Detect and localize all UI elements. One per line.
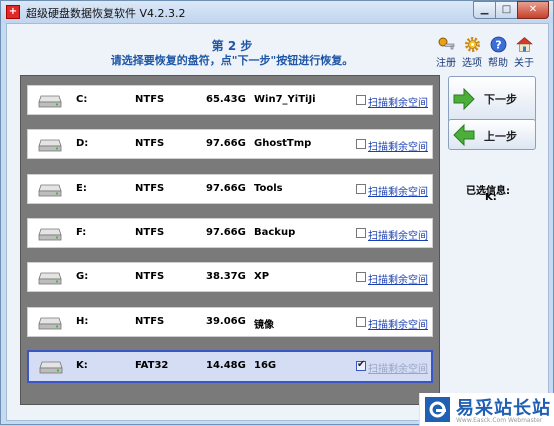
maximize-button[interactable]: □ [495, 1, 518, 19]
drive-letter: D: [76, 138, 89, 149]
hard-drive-icon [38, 317, 62, 330]
drive-label: Backup [254, 227, 296, 238]
drive-list[interactable]: C: NTFS 65.43G Win7_YiTiJi 扫描剩余空间 D: NTF… [20, 75, 440, 405]
app-icon: + [6, 5, 20, 19]
minimize-button[interactable]: ▁ [473, 1, 496, 19]
drive-row[interactable]: C: NTFS 65.43G Win7_YiTiJi 扫描剩余空间 [27, 85, 433, 115]
hard-drive-icon [38, 272, 62, 285]
hard-drive-icon [38, 228, 62, 241]
hard-drive-icon [39, 361, 63, 374]
drive-size: 97.66G [206, 183, 246, 194]
scan-free-space-link[interactable]: 扫描剩余空间 [368, 271, 428, 286]
drive-size: 97.66G [206, 138, 246, 149]
about-label: 关于 [514, 58, 534, 69]
watermark-subtext: Www.Easck.Com Webmaster [456, 417, 543, 424]
drive-label: Tools [254, 183, 283, 194]
watermark-logo-icon [425, 397, 450, 422]
hard-drive-icon [38, 95, 62, 108]
register-button[interactable]: 注册 [432, 36, 460, 69]
scan-free-space-link[interactable]: 扫描剩余空间 [368, 138, 428, 153]
close-button[interactable]: ✕ [517, 1, 549, 19]
next-step-button[interactable]: 下一步 [448, 76, 536, 123]
main-panel: 第 2 步 请选择要恢复的盘符，点"下一步"按钮进行恢复。 注册 选项 ? 帮助… [6, 23, 549, 421]
scan-free-space-link[interactable]: 扫描剩余空间 [368, 94, 428, 109]
scan-free-space-link[interactable]: 扫描剩余空间 [368, 316, 428, 331]
step-instruction: 请选择要恢复的盘符，点"下一步"按钮进行恢复。 [110, 54, 354, 67]
drive-letter: C: [76, 94, 88, 105]
drive-row[interactable]: G: NTFS 38.37G XP 扫描剩余空间 [27, 262, 433, 292]
drive-size: 38.37G [206, 271, 246, 282]
drive-filesystem: NTFS [135, 138, 165, 149]
scan-free-space-checkbox[interactable] [356, 317, 366, 327]
arrow-right-icon [453, 88, 475, 110]
key-icon [438, 37, 454, 50]
scan-free-space-checkbox[interactable] [356, 272, 366, 282]
previous-step-label: 上一步 [484, 130, 517, 143]
scan-free-space-checkbox[interactable] [356, 139, 366, 149]
drive-letter: G: [76, 271, 89, 282]
help-button[interactable]: ? 帮助 [484, 36, 512, 69]
drive-row[interactable]: D: NTFS 97.66G GhostTmp 扫描剩余空间 [27, 129, 433, 159]
drive-filesystem: NTFS [135, 227, 165, 238]
drive-letter: E: [76, 183, 87, 194]
register-label: 注册 [436, 58, 456, 69]
app-window: + 超级硬盘数据恢复软件 V4.2.3.2 ▁ □ ✕ 第 2 步 请选择要恢复… [0, 0, 554, 426]
previous-step-button[interactable]: 上一步 [448, 119, 536, 150]
options-button[interactable]: 选项 [458, 36, 486, 69]
svg-text:?: ? [495, 39, 501, 52]
drive-size: 97.66G [206, 227, 246, 238]
drive-filesystem: NTFS [135, 94, 165, 105]
house-icon [515, 37, 533, 52]
drive-letter: F: [76, 227, 87, 238]
drive-label: 镜像 [254, 320, 274, 331]
about-button[interactable]: 关于 [510, 36, 538, 69]
gear-icon [464, 37, 480, 52]
scan-free-space-checkbox[interactable] [356, 184, 366, 194]
drive-label: 16G [254, 360, 277, 371]
selected-info-value: K: [485, 192, 497, 203]
drive-filesystem: FAT32 [135, 360, 169, 371]
drive-letter: K: [76, 360, 88, 371]
drive-size: 39.06G [206, 316, 246, 327]
scan-free-space-link[interactable]: 扫描剩余空间 [368, 360, 428, 375]
scan-free-space-link[interactable]: 扫描剩余空间 [368, 183, 428, 198]
watermark: 易采站长站 Www.Easck.Com Webmaster [419, 393, 554, 426]
drive-row-selected[interactable]: K: FAT32 14.48G 16G 扫描剩余空间 [27, 350, 433, 383]
options-label: 选项 [462, 58, 482, 69]
hard-drive-icon [38, 184, 62, 197]
drive-row[interactable]: H: NTFS 39.06G 镜像 扫描剩余空间 [27, 307, 433, 337]
drive-filesystem: NTFS [135, 271, 165, 282]
hard-drive-icon [38, 139, 62, 152]
drive-label: XP [254, 271, 270, 282]
scan-free-space-link[interactable]: 扫描剩余空间 [368, 227, 428, 242]
drive-filesystem: NTFS [135, 183, 165, 194]
arrow-left-icon [453, 124, 475, 146]
title-bar[interactable]: + 超级硬盘数据恢复软件 V4.2.3.2 ▁ □ ✕ [1, 1, 553, 23]
drive-letter: H: [76, 316, 89, 327]
drive-size: 14.48G [206, 360, 246, 371]
scan-free-space-checkbox[interactable] [356, 95, 366, 105]
window-title: 超级硬盘数据恢复软件 V4.2.3.2 [26, 7, 186, 20]
scan-free-space-checkbox[interactable] [356, 228, 366, 238]
scan-free-space-checkbox[interactable] [356, 359, 366, 371]
drive-label: GhostTmp [254, 138, 312, 149]
drive-label: Win7_YiTiJi [254, 94, 316, 105]
help-label: 帮助 [488, 58, 508, 69]
help-icon: ? [490, 36, 506, 53]
drive-row[interactable]: E: NTFS 97.66G Tools 扫描剩余空间 [27, 174, 433, 204]
drive-filesystem: NTFS [135, 316, 165, 327]
next-step-label: 下一步 [484, 93, 517, 106]
drive-size: 65.43G [206, 94, 246, 105]
drive-row[interactable]: F: NTFS 97.66G Backup 扫描剩余空间 [27, 218, 433, 248]
